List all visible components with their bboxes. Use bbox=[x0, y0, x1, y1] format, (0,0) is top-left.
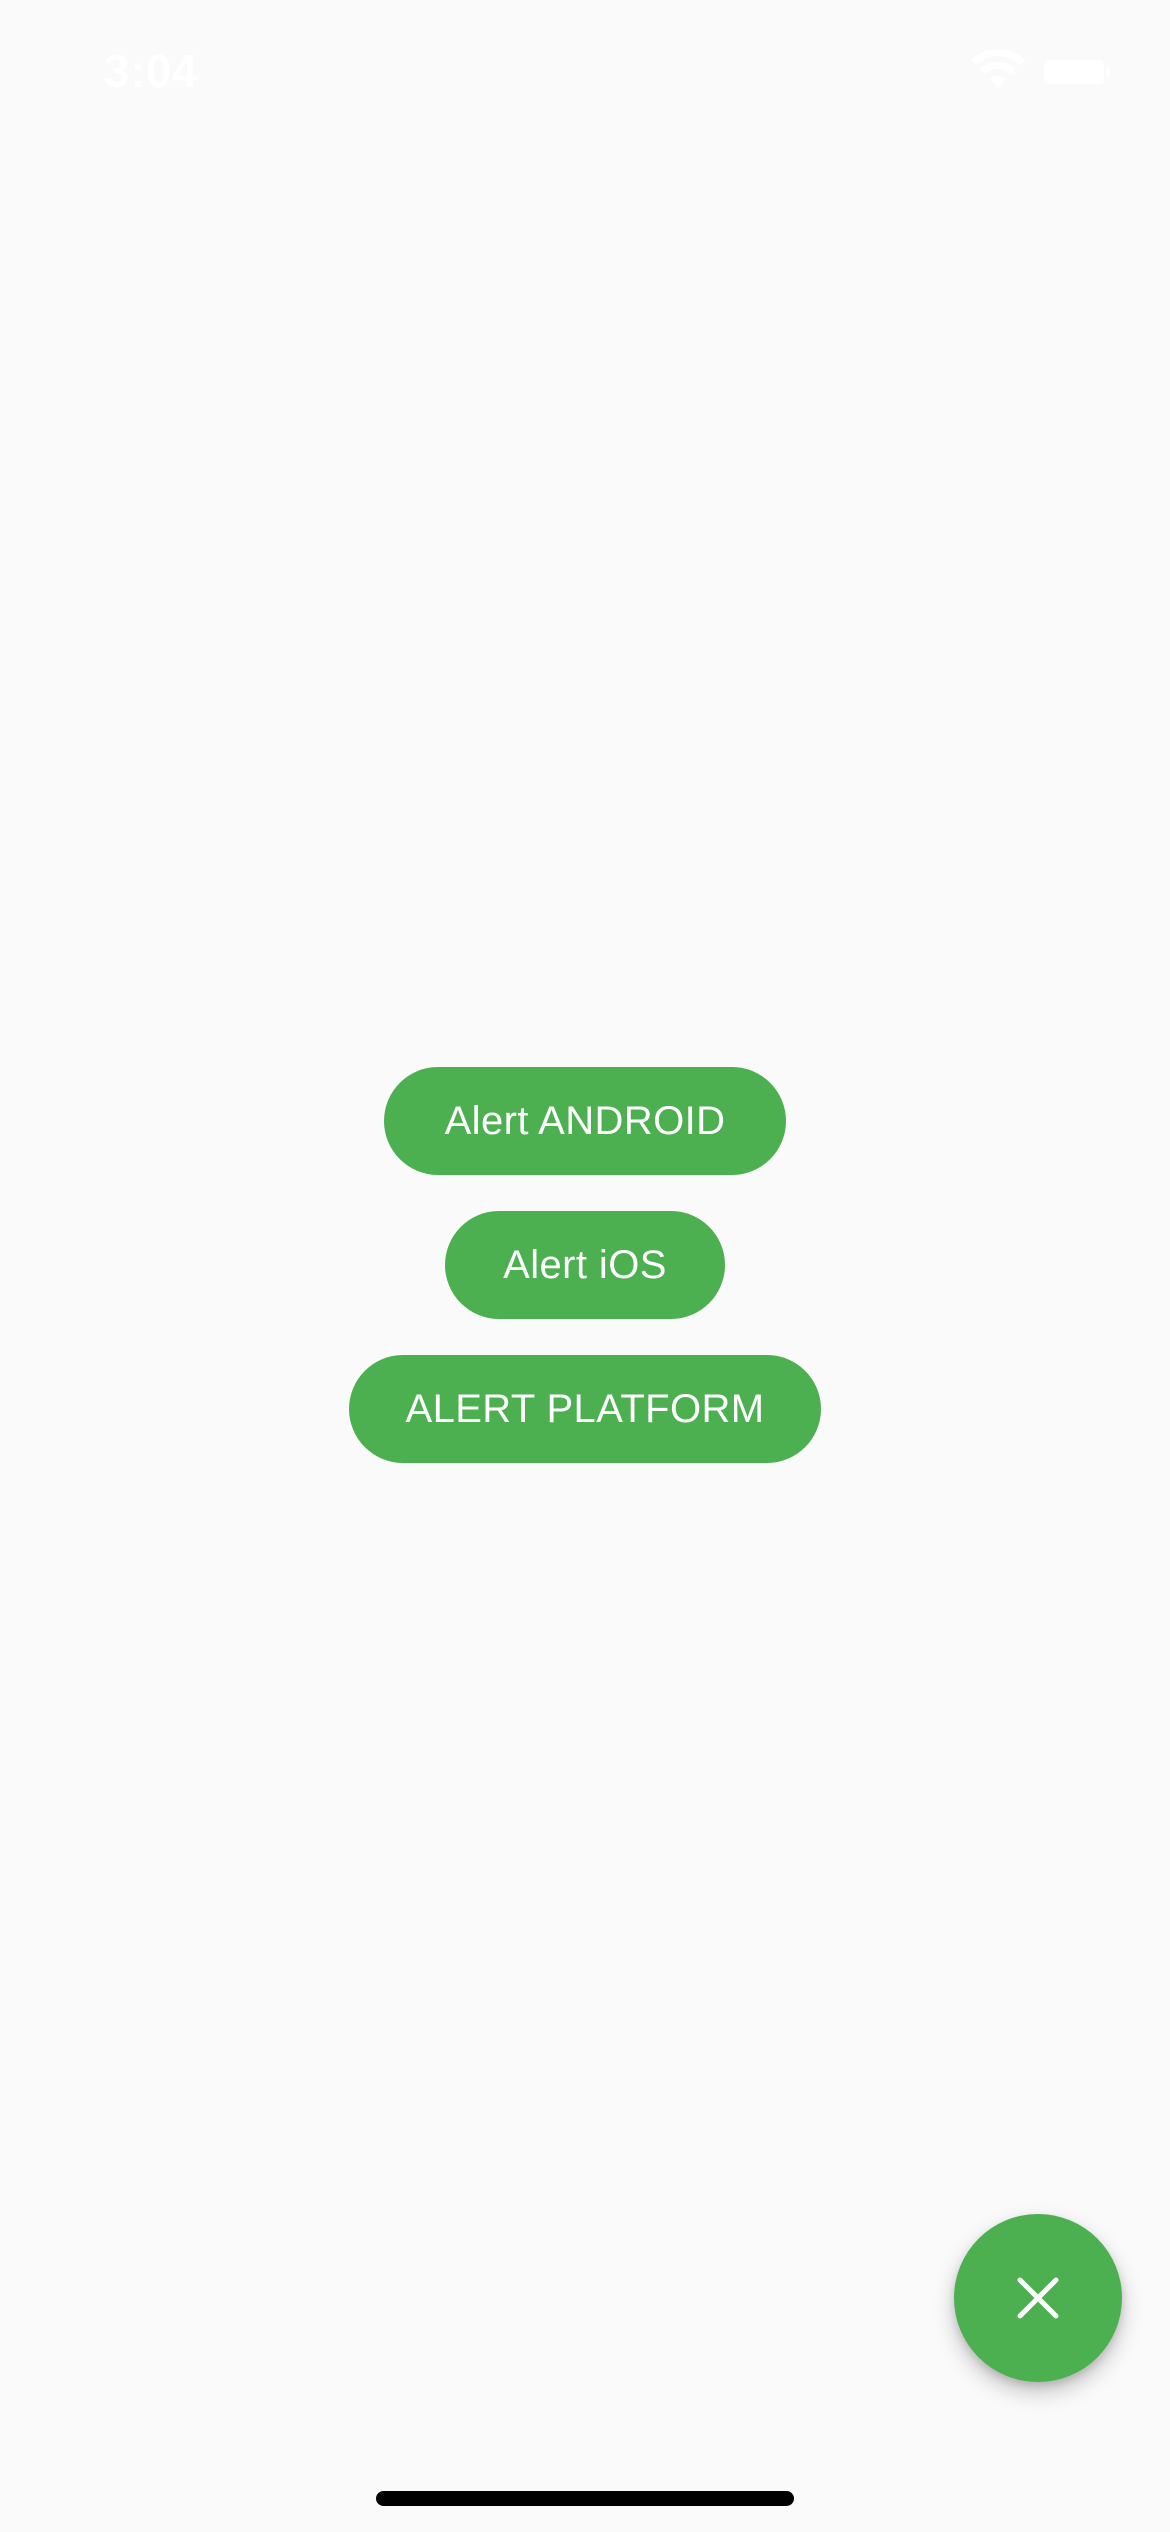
status-bar: 3:04 bbox=[0, 0, 1170, 140]
wifi-icon bbox=[970, 48, 1026, 90]
battery-icon bbox=[1044, 60, 1110, 84]
close-fab-button[interactable] bbox=[954, 2214, 1122, 2382]
alert-platform-button[interactable]: ALERT PLATFORM bbox=[349, 1355, 821, 1463]
status-time: 3:04 bbox=[104, 45, 199, 97]
alert-ios-button[interactable]: Alert iOS bbox=[445, 1211, 725, 1319]
home-indicator[interactable] bbox=[376, 2491, 794, 2506]
alert-android-button[interactable]: Alert ANDROID bbox=[384, 1067, 786, 1175]
close-icon bbox=[1014, 2274, 1062, 2322]
